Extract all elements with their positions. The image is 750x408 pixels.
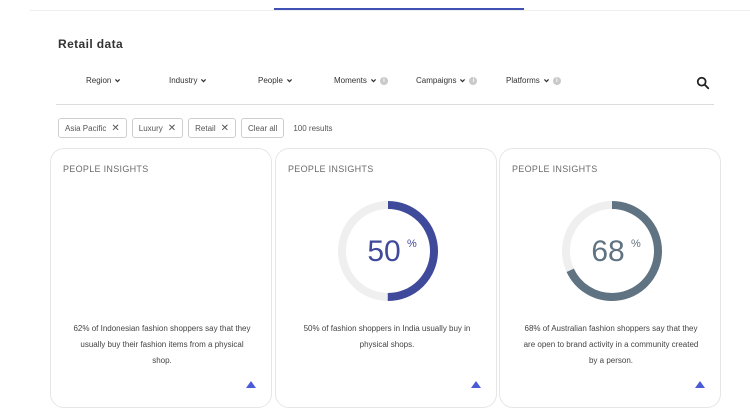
insight-card[interactable]: PEOPLE INSIGHTS 50 % 50% of fashion shop… bbox=[275, 148, 497, 408]
results-count: 100 results bbox=[293, 123, 333, 133]
filter-campaigns[interactable]: Campaigns i bbox=[416, 76, 478, 85]
arrow-icon[interactable] bbox=[245, 379, 257, 389]
arrow-icon[interactable] bbox=[694, 379, 706, 389]
chip-label: Asia Pacific bbox=[65, 123, 107, 133]
chevron-down-icon bbox=[115, 79, 121, 83]
filter-label: Moments bbox=[334, 76, 367, 85]
filter-bar: Region Industry People Moments i Campaig… bbox=[56, 70, 714, 105]
filter-platforms[interactable]: Platforms i bbox=[506, 76, 561, 85]
filter-label: Industry bbox=[169, 76, 198, 85]
filter-label: Campaigns bbox=[416, 76, 457, 85]
progress-ring: 68 % bbox=[562, 201, 662, 301]
info-icon[interactable]: i bbox=[379, 76, 388, 85]
card-label: PEOPLE INSIGHTS bbox=[288, 164, 374, 174]
arrow-icon[interactable] bbox=[470, 379, 482, 389]
info-icon[interactable]: i bbox=[469, 76, 478, 85]
filter-label: Region bbox=[86, 76, 112, 85]
clear-all-label: Clear all bbox=[248, 123, 278, 133]
active-tab-indicator bbox=[274, 8, 524, 10]
chevron-down-icon bbox=[543, 79, 549, 83]
filter-region[interactable]: Region bbox=[86, 76, 121, 85]
card-label: PEOPLE INSIGHTS bbox=[63, 164, 149, 174]
page-title: Retail data bbox=[58, 37, 124, 51]
chip-retail[interactable]: Retail ✕ bbox=[188, 118, 236, 138]
insight-card[interactable]: PEOPLE INSIGHTS 68 % 68% of Australian f… bbox=[499, 148, 721, 408]
close-icon[interactable]: ✕ bbox=[168, 123, 176, 134]
progress-ring: 50 % bbox=[338, 201, 438, 301]
chip-asia-pacific[interactable]: Asia Pacific ✕ bbox=[58, 118, 127, 138]
card-label: PEOPLE INSIGHTS bbox=[512, 164, 598, 174]
insight-card[interactable]: PEOPLE INSIGHTS 62% of Indonesian fashio… bbox=[50, 148, 272, 408]
filter-industry[interactable]: Industry bbox=[169, 76, 207, 85]
chip-luxury[interactable]: Luxury ✕ bbox=[131, 118, 184, 138]
stat-unit: % bbox=[407, 238, 417, 250]
chevron-down-icon bbox=[370, 79, 376, 83]
filter-label: Platforms bbox=[506, 76, 540, 85]
card-text: 68% of Australian fashion shoppers say t… bbox=[523, 324, 699, 365]
chip-label: Retail bbox=[195, 123, 216, 133]
stat-value: 68 bbox=[591, 235, 624, 268]
close-icon[interactable]: ✕ bbox=[221, 123, 229, 134]
chevron-down-icon bbox=[201, 79, 207, 83]
chip-label: Luxury bbox=[138, 123, 163, 133]
clear-all-button[interactable]: Clear all bbox=[241, 118, 285, 138]
card-text: 50% of fashion shoppers in India usually… bbox=[303, 324, 471, 349]
filter-people[interactable]: People bbox=[258, 76, 293, 85]
stat-value: 50 bbox=[367, 235, 400, 268]
top-divider bbox=[30, 10, 750, 11]
chevron-down-icon bbox=[286, 79, 292, 83]
chevron-down-icon bbox=[460, 79, 466, 83]
filter-moments[interactable]: Moments i bbox=[334, 76, 388, 85]
close-icon[interactable]: ✕ bbox=[111, 123, 119, 134]
filter-label: People bbox=[258, 76, 283, 85]
stat-unit: % bbox=[631, 238, 641, 250]
search-icon[interactable] bbox=[696, 76, 710, 90]
card-text: 62% of Indonesian fashion shoppers say t… bbox=[73, 324, 251, 365]
active-filter-chips: Asia Pacific ✕ Luxury ✕ Retail ✕ Clear a… bbox=[58, 118, 332, 138]
info-icon[interactable]: i bbox=[552, 76, 561, 85]
